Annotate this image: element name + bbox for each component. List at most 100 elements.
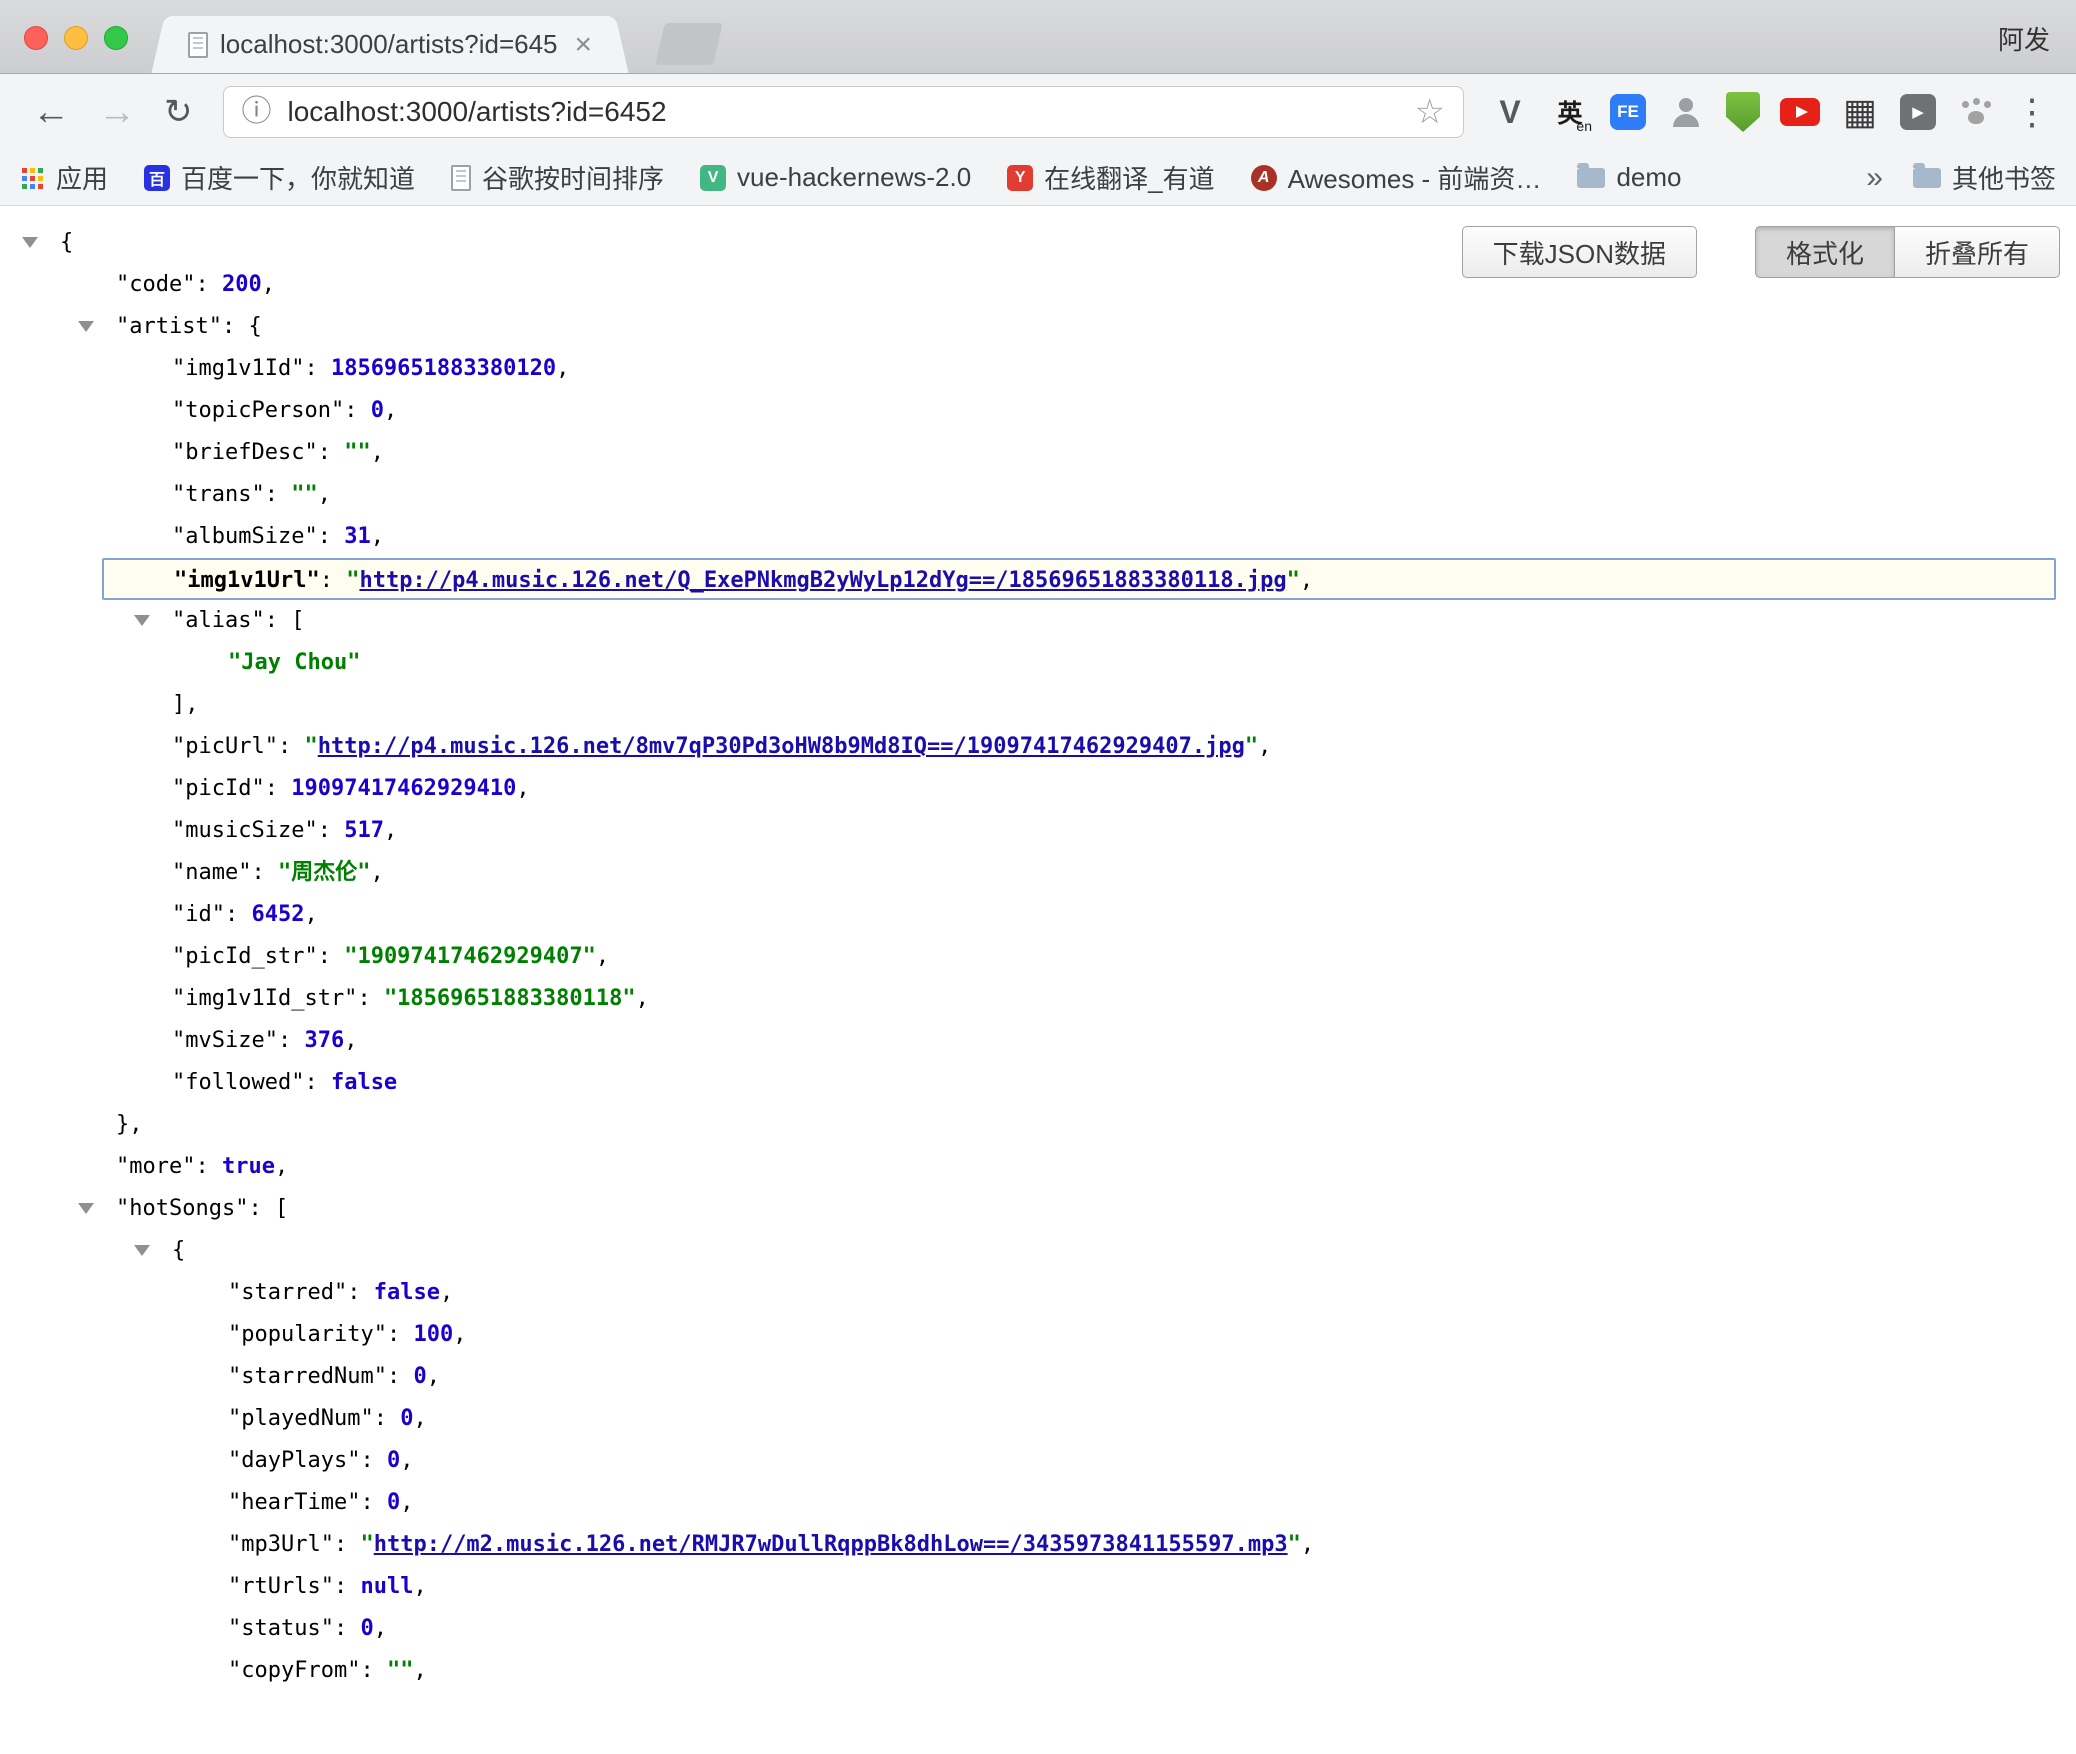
json-token: "status" [228,1616,334,1641]
minimize-window-button[interactable] [64,26,88,50]
close-window-button[interactable] [24,26,48,50]
apps-grid-icon [20,166,44,190]
bookmark-apps[interactable]: 应用 [20,159,108,196]
json-line: "dayPlays": 0, [0,1440,2076,1482]
browser-tab[interactable]: localhost:3000/artists?id=645 × [170,16,610,73]
vue-icon: V [700,165,726,191]
json-line: "popularity": 100, [0,1314,2076,1356]
json-token: "topicPerson" [172,398,344,423]
collapse-toggle-icon[interactable] [134,1245,150,1256]
person-body-icon [1673,114,1699,127]
json-line: "name": "周杰伦", [0,852,2076,894]
json-line: "more": true, [0,1146,2076,1188]
bookmark-google-sort[interactable]: 谷歌按时间排序 [451,159,664,196]
qrcode-extension-icon[interactable]: ▦ [1840,92,1880,132]
bookmark-label: vue-hackernews-2.0 [737,162,971,193]
json-line: "artist": { [0,306,2076,348]
json-token: , [413,1574,426,1599]
awesomes-icon: A [1251,165,1277,191]
json-line: "starred": false, [0,1272,2076,1314]
json-token: : [334,1574,361,1599]
json-token: "trans" [172,482,265,507]
collapse-toggle-icon[interactable] [22,237,38,248]
json-token: null [360,1574,413,1599]
json-url-link[interactable]: http://p4.music.126.net/Q_ExePNkmgB2yWyL… [359,568,1286,593]
json-token: "albumSize" [172,524,318,549]
bookmarks-overflow-icon[interactable]: » [1866,161,1883,195]
json-line: "img1v1Id": 18569651883380120, [0,348,2076,390]
json-token: false [331,1070,397,1095]
address-bar[interactable]: ⓘ localhost:3000/artists?id=6452 ☆ [223,86,1465,138]
json-token: 0 [387,1448,400,1473]
fehelper-extension-icon[interactable]: FE [1610,94,1646,130]
collapse-toggle-icon[interactable] [78,1203,94,1214]
bookmark-awesomes[interactable]: A Awesomes - 前端资… [1251,159,1542,196]
json-token: , [413,1658,426,1683]
json-token: : [278,734,305,759]
json-token: " [1288,1532,1301,1557]
json-token: 0 [387,1490,400,1515]
json-token: : [374,1406,401,1431]
json-token: : [357,986,384,1011]
download-json-button[interactable]: 下载JSON数据 [1462,226,1697,278]
tab-close-icon[interactable]: × [574,30,592,60]
collapse-all-button[interactable]: 折叠所有 [1894,226,2060,278]
json-line: "followed": false [0,1062,2076,1104]
json-token: 100 [413,1322,453,1347]
bookmark-baidu[interactable]: 百 百度一下，你就知道 [144,159,415,196]
json-line: "rtUrls": null, [0,1566,2076,1608]
json-token: "starredNum" [228,1364,387,1389]
json-token: , [1301,1532,1314,1557]
url-text[interactable]: localhost:3000/artists?id=6452 [288,96,1415,128]
json-token: , [427,1364,440,1389]
json-token: "picUrl" [172,734,278,759]
bookmark-vue-hackernews[interactable]: V vue-hackernews-2.0 [700,162,971,193]
bookmark-label: 谷歌按时间排序 [482,159,664,196]
new-tab-button[interactable] [655,23,723,65]
json-line: "albumSize": 31, [0,516,2076,558]
vimium-extension-icon[interactable]: V [1490,92,1530,132]
json-line: "alias": [ [0,600,2076,642]
bookmark-star-icon[interactable]: ☆ [1415,95,1445,129]
account-extension-icon[interactable] [1666,92,1706,132]
bookmark-youdao[interactable]: Y 在线翻译_有道 [1007,159,1214,196]
json-token: }, [116,1112,143,1137]
window-controls [24,26,128,50]
bookmark-demo-folder[interactable]: demo [1577,162,1681,193]
paw-extension-icon[interactable] [1956,92,1996,132]
json-line: "Jay Chou" [0,642,2076,684]
collapse-toggle-icon[interactable] [134,615,150,626]
json-line: "copyFrom": "", [0,1650,2076,1692]
json-token: , [275,1154,288,1179]
player-extension-icon[interactable] [1900,94,1936,130]
json-token: "popularity" [228,1322,387,1347]
fullscreen-window-button[interactable] [104,26,128,50]
extensions-toolbar: V 英en FE ▦ [1490,92,1996,132]
adguard-extension-icon[interactable] [1726,92,1760,132]
json-url-link[interactable]: http://m2.music.126.net/RMJR7wDullRqppBk… [374,1532,1288,1557]
json-token: : [320,568,347,593]
json-token: : [251,860,278,885]
reload-icon[interactable]: ↻ [164,95,193,129]
json-url-link[interactable]: http://p4.music.126.net/8mv7qP30Pd3oHW8b… [318,734,1245,759]
translate-extension-icon[interactable]: 英en [1550,92,1590,132]
json-token: 200 [222,272,262,297]
folder-icon [1577,168,1605,188]
chrome-menu-icon[interactable]: ⋮ [2014,94,2050,130]
json-token: , [453,1322,466,1347]
format-button[interactable]: 格式化 [1755,226,1895,278]
json-token: : [ [248,1196,288,1221]
json-token: , [516,776,529,801]
json-token: "Jay Chou" [228,650,360,675]
page-favicon-icon [188,32,208,58]
json-token: , [556,356,569,381]
other-bookmarks-folder[interactable]: 其他书签 [1913,159,2056,196]
back-icon[interactable]: ← [32,93,70,131]
site-info-icon[interactable]: ⓘ [242,97,272,127]
json-token: "" [291,482,318,507]
collapse-toggle-icon[interactable] [78,321,94,332]
json-token: : [334,1616,361,1641]
json-token: "hearTime" [228,1490,360,1515]
forward-icon: → [98,93,136,131]
youtube-extension-icon[interactable] [1780,98,1820,126]
